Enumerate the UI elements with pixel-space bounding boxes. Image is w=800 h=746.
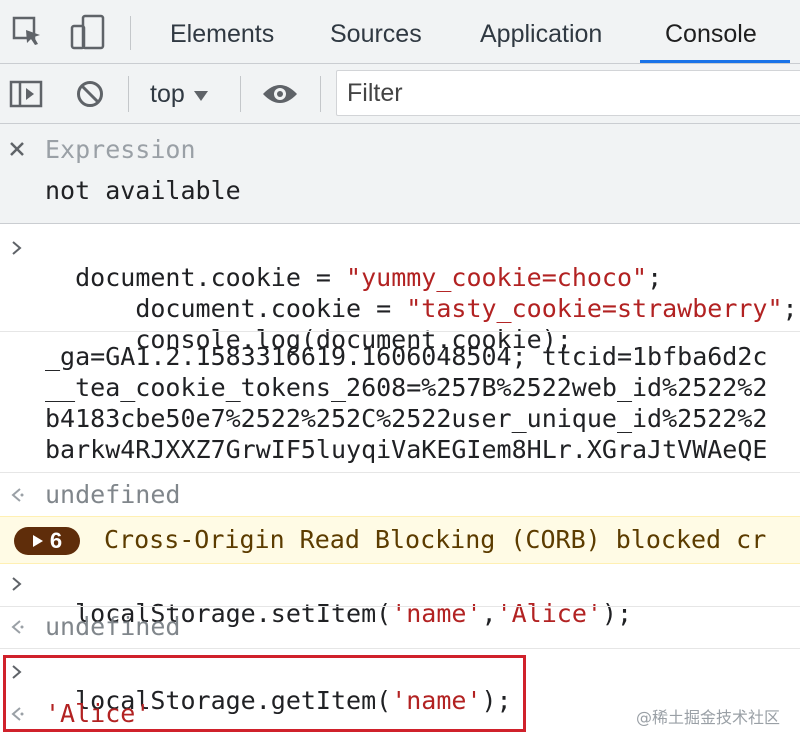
console-toolbar: top bbox=[0, 64, 800, 124]
live-expression-value: not available bbox=[45, 176, 241, 205]
code-text: , bbox=[481, 599, 497, 628]
warning-message-row[interactable]: 6 Cross-Origin Read Blocking (CORB) bloc… bbox=[0, 516, 800, 564]
toolbar-divider bbox=[128, 76, 129, 112]
toolbar-divider bbox=[240, 76, 241, 112]
code-text: ); bbox=[601, 599, 633, 628]
toolbar-divider bbox=[320, 76, 321, 112]
watermark: @稀土掘金技术社区 bbox=[635, 708, 780, 727]
log-output-line: _ga=GA1.2.1583316619.1606048504; ttcid=1… bbox=[45, 342, 768, 371]
live-expression-label[interactable]: Expression bbox=[45, 135, 196, 164]
message-divider bbox=[0, 606, 800, 607]
tab-application[interactable]: Application bbox=[480, 0, 602, 63]
devtools-tabbar: Elements Sources Application Console bbox=[0, 0, 800, 64]
warning-count-badge[interactable]: 6 bbox=[14, 527, 80, 555]
warning-text: Cross-Origin Read Blocking (CORB) blocke… bbox=[104, 525, 767, 554]
string-literal: 'name' bbox=[391, 599, 482, 628]
device-toolbar-icon[interactable] bbox=[68, 14, 108, 50]
inspect-element-icon[interactable] bbox=[10, 14, 46, 50]
active-tab-indicator bbox=[640, 60, 790, 63]
input-prompt-icon bbox=[10, 238, 24, 258]
code-text: ; bbox=[782, 294, 798, 323]
clear-console-icon[interactable] bbox=[72, 76, 108, 112]
result-arrow-icon bbox=[10, 485, 24, 505]
result-arrow-icon bbox=[10, 617, 24, 637]
result-value: undefined bbox=[45, 480, 181, 509]
message-divider bbox=[0, 648, 800, 649]
input-prompt-icon bbox=[10, 574, 24, 594]
toolbar-divider bbox=[130, 16, 131, 50]
log-output-line: __tea_cookie_tokens_2608=%257B%2522web_i… bbox=[45, 373, 768, 402]
dropdown-arrow-icon bbox=[193, 80, 209, 109]
log-output-line: barkw4RJXXZ7GrwIF5luyqiVaKEGIem8HLr.XGra… bbox=[45, 435, 768, 464]
tab-elements[interactable]: Elements bbox=[170, 0, 274, 63]
message-divider bbox=[0, 472, 800, 473]
tab-sources[interactable]: Sources bbox=[330, 0, 422, 63]
message-divider bbox=[0, 331, 800, 332]
result-value: undefined bbox=[45, 612, 181, 641]
filter-input[interactable] bbox=[336, 70, 800, 116]
close-icon[interactable] bbox=[8, 140, 26, 158]
play-icon bbox=[32, 528, 44, 554]
string-literal: 'Alice' bbox=[496, 599, 602, 628]
tab-console[interactable]: Console bbox=[665, 0, 757, 63]
log-output-line: b4183cbe50e7%2522%252C%2522user_unique_i… bbox=[45, 404, 768, 433]
warning-count: 6 bbox=[49, 528, 63, 553]
context-value: top bbox=[150, 79, 185, 108]
eye-icon[interactable] bbox=[260, 76, 300, 112]
highlight-annotation-box bbox=[3, 655, 526, 732]
sidebar-toggle-icon[interactable] bbox=[8, 76, 44, 112]
context-selector[interactable]: top bbox=[150, 76, 209, 112]
